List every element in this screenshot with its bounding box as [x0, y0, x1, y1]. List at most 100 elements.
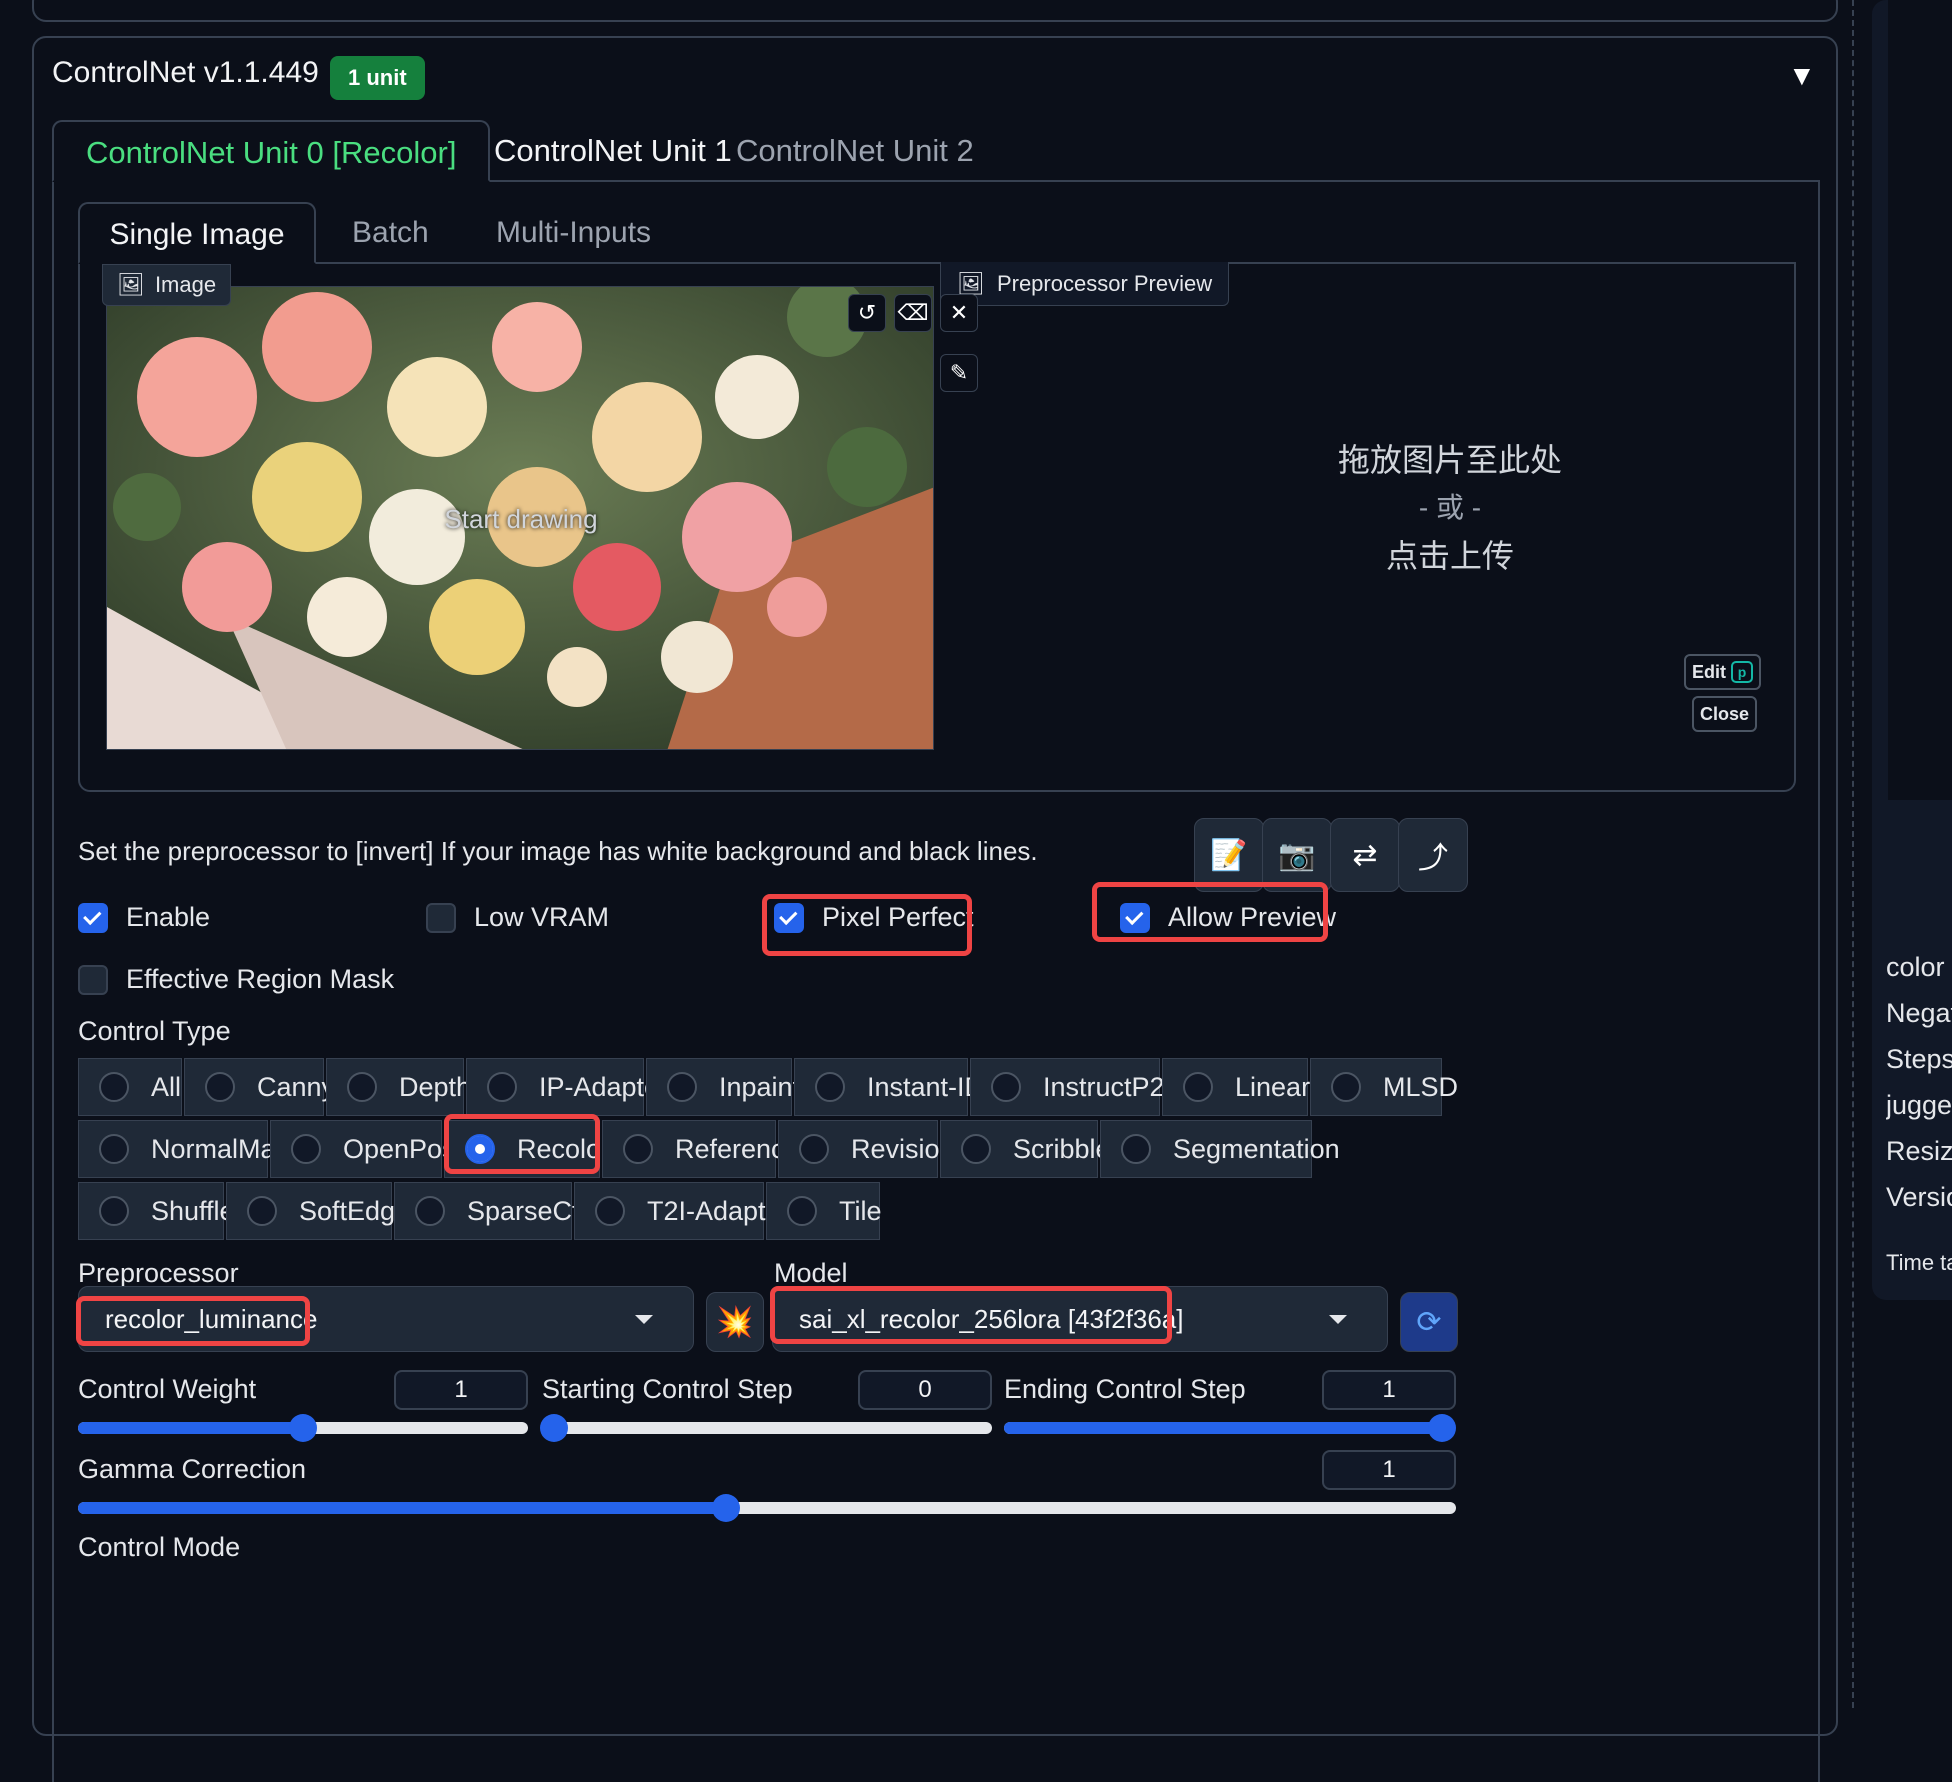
info-line: color: [1886, 952, 1945, 982]
radio-all[interactable]: All: [78, 1058, 182, 1116]
radio-depth[interactable]: Depth: [326, 1058, 471, 1116]
highlight-box: [762, 894, 972, 956]
radio-button[interactable]: [1121, 1134, 1151, 1164]
camera-icon[interactable]: 📷: [1262, 818, 1332, 892]
info-line: jugge: [1886, 1090, 1952, 1120]
radio-mlsd[interactable]: MLSD: [1310, 1058, 1458, 1116]
low-vram-checkbox[interactable]: Low VRAM: [426, 902, 609, 933]
ending-step-slider[interactable]: [1004, 1414, 1456, 1442]
slider-fill: [78, 1422, 303, 1434]
info-line: Steps:: [1886, 1044, 1952, 1074]
radio-normalmap[interactable]: NormalMap: [78, 1120, 291, 1178]
checkbox-low-vram[interactable]: [426, 902, 456, 933]
unit-count-badge: 1 unit: [330, 56, 425, 100]
unit-panel: Single Image Batch Multi-Inputs 🖼 Image: [52, 182, 1820, 1782]
slider-thumb[interactable]: [711, 1494, 740, 1522]
slider-thumb[interactable]: [1428, 1414, 1456, 1442]
radio-label: Scribble: [1013, 1133, 1111, 1164]
image-mode-tabs: Single Image Batch Multi-Inputs: [78, 202, 1796, 264]
radio-button[interactable]: [1331, 1072, 1361, 1102]
radio-button[interactable]: [247, 1196, 277, 1226]
tab-single-image[interactable]: Single Image: [78, 202, 316, 264]
refresh-icon[interactable]: ⟳: [1400, 1292, 1458, 1352]
control-weight-input[interactable]: 1: [394, 1370, 528, 1410]
radio-label: Tile: [839, 1195, 882, 1226]
starting-step-input[interactable]: 0: [858, 1370, 992, 1410]
radio-button[interactable]: [815, 1072, 845, 1102]
slider-thumb[interactable]: [289, 1414, 317, 1442]
effective-region-mask-label: Effective Region Mask: [126, 964, 395, 994]
radio-button[interactable]: [991, 1072, 1021, 1102]
upload-dropzone[interactable]: 拖放图片至此处 - 或 - 点击上传: [1250, 436, 1650, 580]
chevron-down-icon: [635, 1315, 653, 1324]
radio-button[interactable]: [595, 1196, 625, 1226]
edit-button[interactable]: Edit p: [1684, 654, 1761, 690]
radio-button[interactable]: [961, 1134, 991, 1164]
swap-icon[interactable]: ⇄: [1330, 818, 1400, 892]
unit-tabs: ControlNet Unit 0 [Recolor] ControlNet U…: [52, 120, 1820, 182]
radio-button[interactable]: [667, 1072, 697, 1102]
radio-button[interactable]: [487, 1072, 517, 1102]
gamma-input[interactable]: 1: [1322, 1450, 1456, 1490]
radio-button[interactable]: [291, 1134, 321, 1164]
radio-instant-id[interactable]: Instant-ID: [794, 1058, 984, 1116]
radio-label: Depth: [399, 1071, 472, 1102]
radio-button[interactable]: [347, 1072, 377, 1102]
radio-shuffle[interactable]: Shuffle: [78, 1182, 235, 1240]
input-image-canvas[interactable]: Start drawing: [106, 286, 934, 750]
gamma-slider[interactable]: [78, 1494, 1456, 1522]
radio-button[interactable]: [99, 1196, 129, 1226]
radio-ip-adapter[interactable]: IP-Adapter: [466, 1058, 668, 1116]
info-line: Negat: [1886, 998, 1952, 1028]
run-preprocessor-explosion-icon[interactable]: 💥: [706, 1292, 764, 1352]
effective-region-mask-checkbox[interactable]: Effective Region Mask: [78, 964, 394, 995]
starting-step-slider[interactable]: [540, 1414, 992, 1442]
controlnet-title[interactable]: ControlNet v1.1.449: [52, 56, 319, 90]
radio-button[interactable]: [99, 1072, 129, 1102]
tab-unit-2[interactable]: ControlNet Unit 2: [704, 120, 1006, 182]
slider-fill: [1004, 1422, 1442, 1434]
radio-button[interactable]: [99, 1134, 129, 1164]
radio-openpose[interactable]: OpenPose: [270, 1120, 471, 1178]
tab-multi-inputs[interactable]: Multi-Inputs: [496, 202, 651, 264]
enable-checkbox[interactable]: Enable: [78, 902, 210, 933]
checkbox-effective-region-mask[interactable]: [78, 964, 108, 995]
radio-instructp2p[interactable]: InstructP2P: [970, 1058, 1183, 1116]
control-mode-label: Control Mode: [78, 1532, 241, 1562]
tab-batch[interactable]: Batch: [352, 202, 429, 264]
drop-or-text: - 或 -: [1418, 492, 1482, 523]
radio-button[interactable]: [799, 1134, 829, 1164]
radio-lineart[interactable]: Lineart: [1162, 1058, 1318, 1116]
undo-icon[interactable]: ↺: [848, 294, 886, 332]
radio-inpaint[interactable]: Inpaint: [646, 1058, 800, 1116]
close-button[interactable]: Close: [1692, 696, 1758, 732]
notepad-icon[interactable]: 📝: [1194, 818, 1264, 892]
radio-tile[interactable]: Tile: [766, 1182, 882, 1240]
eraser-icon[interactable]: ⌫: [894, 294, 932, 332]
radio-segmentation[interactable]: Segmentation: [1100, 1120, 1340, 1178]
radio-button[interactable]: [623, 1134, 653, 1164]
tab-unit-0[interactable]: ControlNet Unit 0 [Recolor]: [52, 120, 491, 182]
radio-button[interactable]: [1183, 1072, 1213, 1102]
ending-step-input[interactable]: 1: [1322, 1370, 1456, 1410]
close-icon[interactable]: ✕: [940, 294, 978, 332]
radio-sparsectrl[interactable]: SparseCtrl: [394, 1182, 595, 1240]
radio-button[interactable]: [415, 1196, 445, 1226]
radio-canny[interactable]: Canny: [184, 1058, 335, 1116]
radio-button[interactable]: [787, 1196, 817, 1226]
brush-icon[interactable]: ✎: [940, 354, 978, 392]
radio-t2i-adapter[interactable]: T2I-Adapter: [574, 1182, 790, 1240]
slider-fill: [78, 1502, 726, 1514]
checkbox-enable[interactable]: [78, 902, 108, 933]
control-weight-slider[interactable]: [78, 1414, 528, 1442]
generation-info-panel: color Negat Steps: jugge Resize Versio T…: [1872, 0, 1952, 1300]
slider-thumb[interactable]: [540, 1414, 568, 1442]
radio-softedge[interactable]: SoftEdge: [226, 1182, 410, 1240]
radio-scribble[interactable]: Scribble: [940, 1120, 1111, 1178]
collapse-triangle-icon[interactable]: ▼: [1788, 60, 1816, 92]
info-line: Resize: [1886, 1136, 1952, 1166]
radio-button[interactable]: [205, 1072, 235, 1102]
send-icon[interactable]: ⤴: [1398, 818, 1468, 892]
radio-revision[interactable]: Revision: [778, 1120, 955, 1178]
radio-reference[interactable]: Reference: [602, 1120, 800, 1178]
